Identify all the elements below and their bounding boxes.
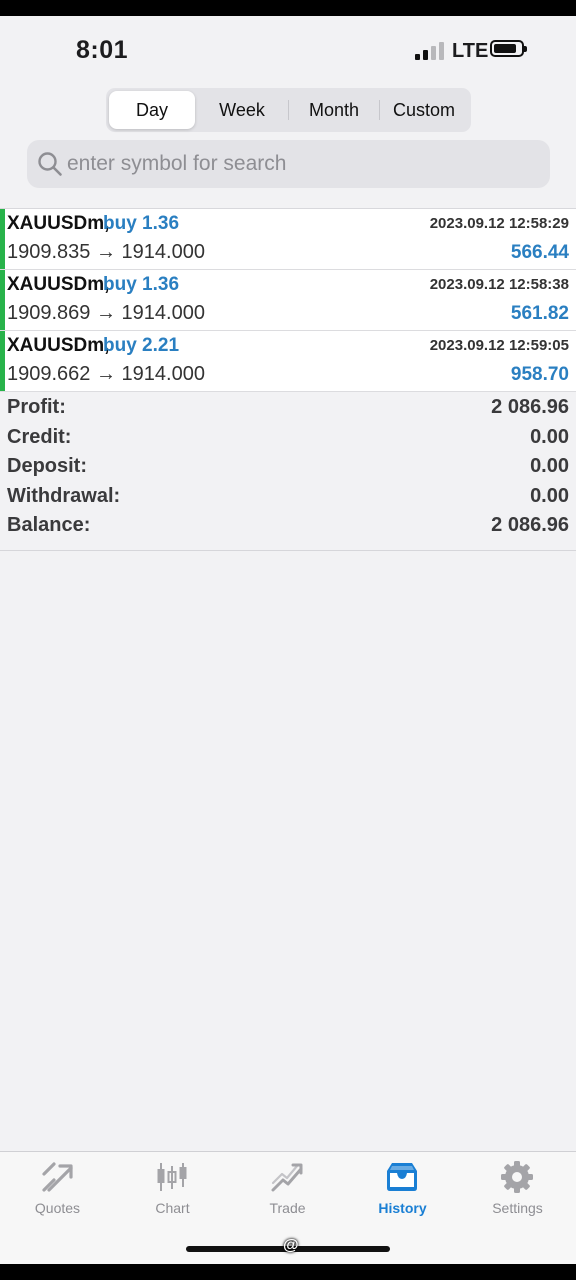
- tab-day[interactable]: Day: [109, 91, 195, 129]
- status-time: 8:01: [76, 36, 129, 64]
- deal-type: buy 2.21: [103, 335, 180, 356]
- watermark: @: [283, 1237, 299, 1254]
- period-segmented-control: Day Week Month Custom: [106, 88, 471, 132]
- summary-label: Deposit:: [7, 455, 87, 478]
- tab-label: Quotes: [34, 1200, 81, 1216]
- summary-label: Profit:: [7, 396, 66, 418]
- summary-value: 2 086.96: [491, 396, 569, 418]
- tab-label: Settings: [492, 1200, 543, 1216]
- summary-row-credit: Credit: 0.00: [0, 424, 576, 454]
- settings-icon: [501, 1161, 533, 1193]
- summary-label: Balance:: [7, 514, 91, 537]
- summary-row-deposit: Deposit: 0.00: [0, 453, 576, 483]
- deal-symbol: XAUUSDm,: [7, 335, 110, 356]
- deal-symbol: XAUUSDm,: [7, 274, 110, 295]
- tab-month[interactable]: Month: [289, 91, 379, 129]
- search-icon: [38, 152, 62, 176]
- search-input[interactable]: [67, 140, 537, 188]
- quotes-icon: [42, 1162, 73, 1192]
- deal-symbol: XAUUSDm,: [7, 213, 110, 234]
- summary-value: 0.00: [530, 425, 569, 448]
- deal-prices: 1909.662 → 1914.000: [7, 363, 205, 385]
- tab-custom[interactable]: Custom: [380, 91, 468, 129]
- network-type: LTE: [452, 40, 489, 62]
- tab-chart[interactable]: Chart: [115, 1152, 230, 1232]
- battery-icon: [490, 40, 527, 57]
- deal-marker: [0, 270, 5, 330]
- deal-profit: 566.44: [510, 242, 569, 263]
- chart-icon: [157, 1163, 187, 1191]
- tab-label: Trade: [269, 1200, 306, 1216]
- search-bar: [27, 140, 550, 188]
- deal-profit: 958.70: [510, 364, 569, 385]
- summary-value: 0.00: [530, 484, 569, 507]
- deal-marker: [0, 209, 5, 269]
- deal-profit: 561.82: [510, 303, 569, 324]
- deal-row[interactable]: XAUUSDm, buy 1.36 2023.09.12 12:58:29 19…: [0, 209, 576, 270]
- deal-time: 2023.09.12 12:58:29: [429, 215, 569, 232]
- deal-type: buy 1.36: [103, 213, 180, 234]
- summary-value: 2 086.96: [491, 514, 569, 537]
- status-bar: 8:01 LTE: [0, 16, 576, 86]
- deal-time: 2023.09.12 12:59:05: [429, 337, 569, 354]
- deal-type: buy 1.36: [103, 274, 180, 295]
- summary-row-balance: Balance: 2 086.96: [0, 512, 576, 542]
- summary-value: 0.00: [530, 455, 569, 478]
- history-screen: 8:01 LTE Day Week Month Custom XAUUSDm, …: [0, 16, 576, 1264]
- deal-row[interactable]: XAUUSDm, buy 2.21 2023.09.12 12:59:05 19…: [0, 331, 576, 392]
- deal-prices: 1909.869 → 1914.000: [7, 302, 205, 324]
- signal-strength-icon: [415, 42, 445, 60]
- deals-list: XAUUSDm, buy 1.36 2023.09.12 12:58:29 19…: [0, 208, 576, 392]
- tab-settings[interactable]: Settings: [460, 1152, 575, 1232]
- tab-history[interactable]: History: [345, 1152, 460, 1232]
- deal-marker: [0, 331, 5, 391]
- summary-label: Credit:: [7, 425, 72, 448]
- deal-row[interactable]: XAUUSDm, buy 1.36 2023.09.12 12:58:38 19…: [0, 270, 576, 331]
- deal-time: 2023.09.12 12:58:38: [429, 276, 569, 293]
- tab-label: History: [378, 1200, 427, 1216]
- summary-label: Withdrawal:: [7, 484, 121, 507]
- summary-row-withdrawal: Withdrawal: 0.00: [0, 483, 576, 513]
- trade-icon: [271, 1163, 303, 1192]
- tab-week[interactable]: Week: [197, 91, 287, 129]
- history-icon: [387, 1163, 417, 1191]
- summary-row-profit: Profit: 2 086.96: [0, 394, 576, 424]
- tab-trade[interactable]: Trade: [230, 1152, 345, 1232]
- deal-prices: 1909.835 → 1914.000: [7, 241, 205, 263]
- tab-quotes[interactable]: Quotes: [0, 1152, 115, 1232]
- account-summary: Profit: 2 086.96 Credit: 0.00 Deposit: 0…: [0, 394, 576, 551]
- tab-label: Chart: [155, 1200, 190, 1216]
